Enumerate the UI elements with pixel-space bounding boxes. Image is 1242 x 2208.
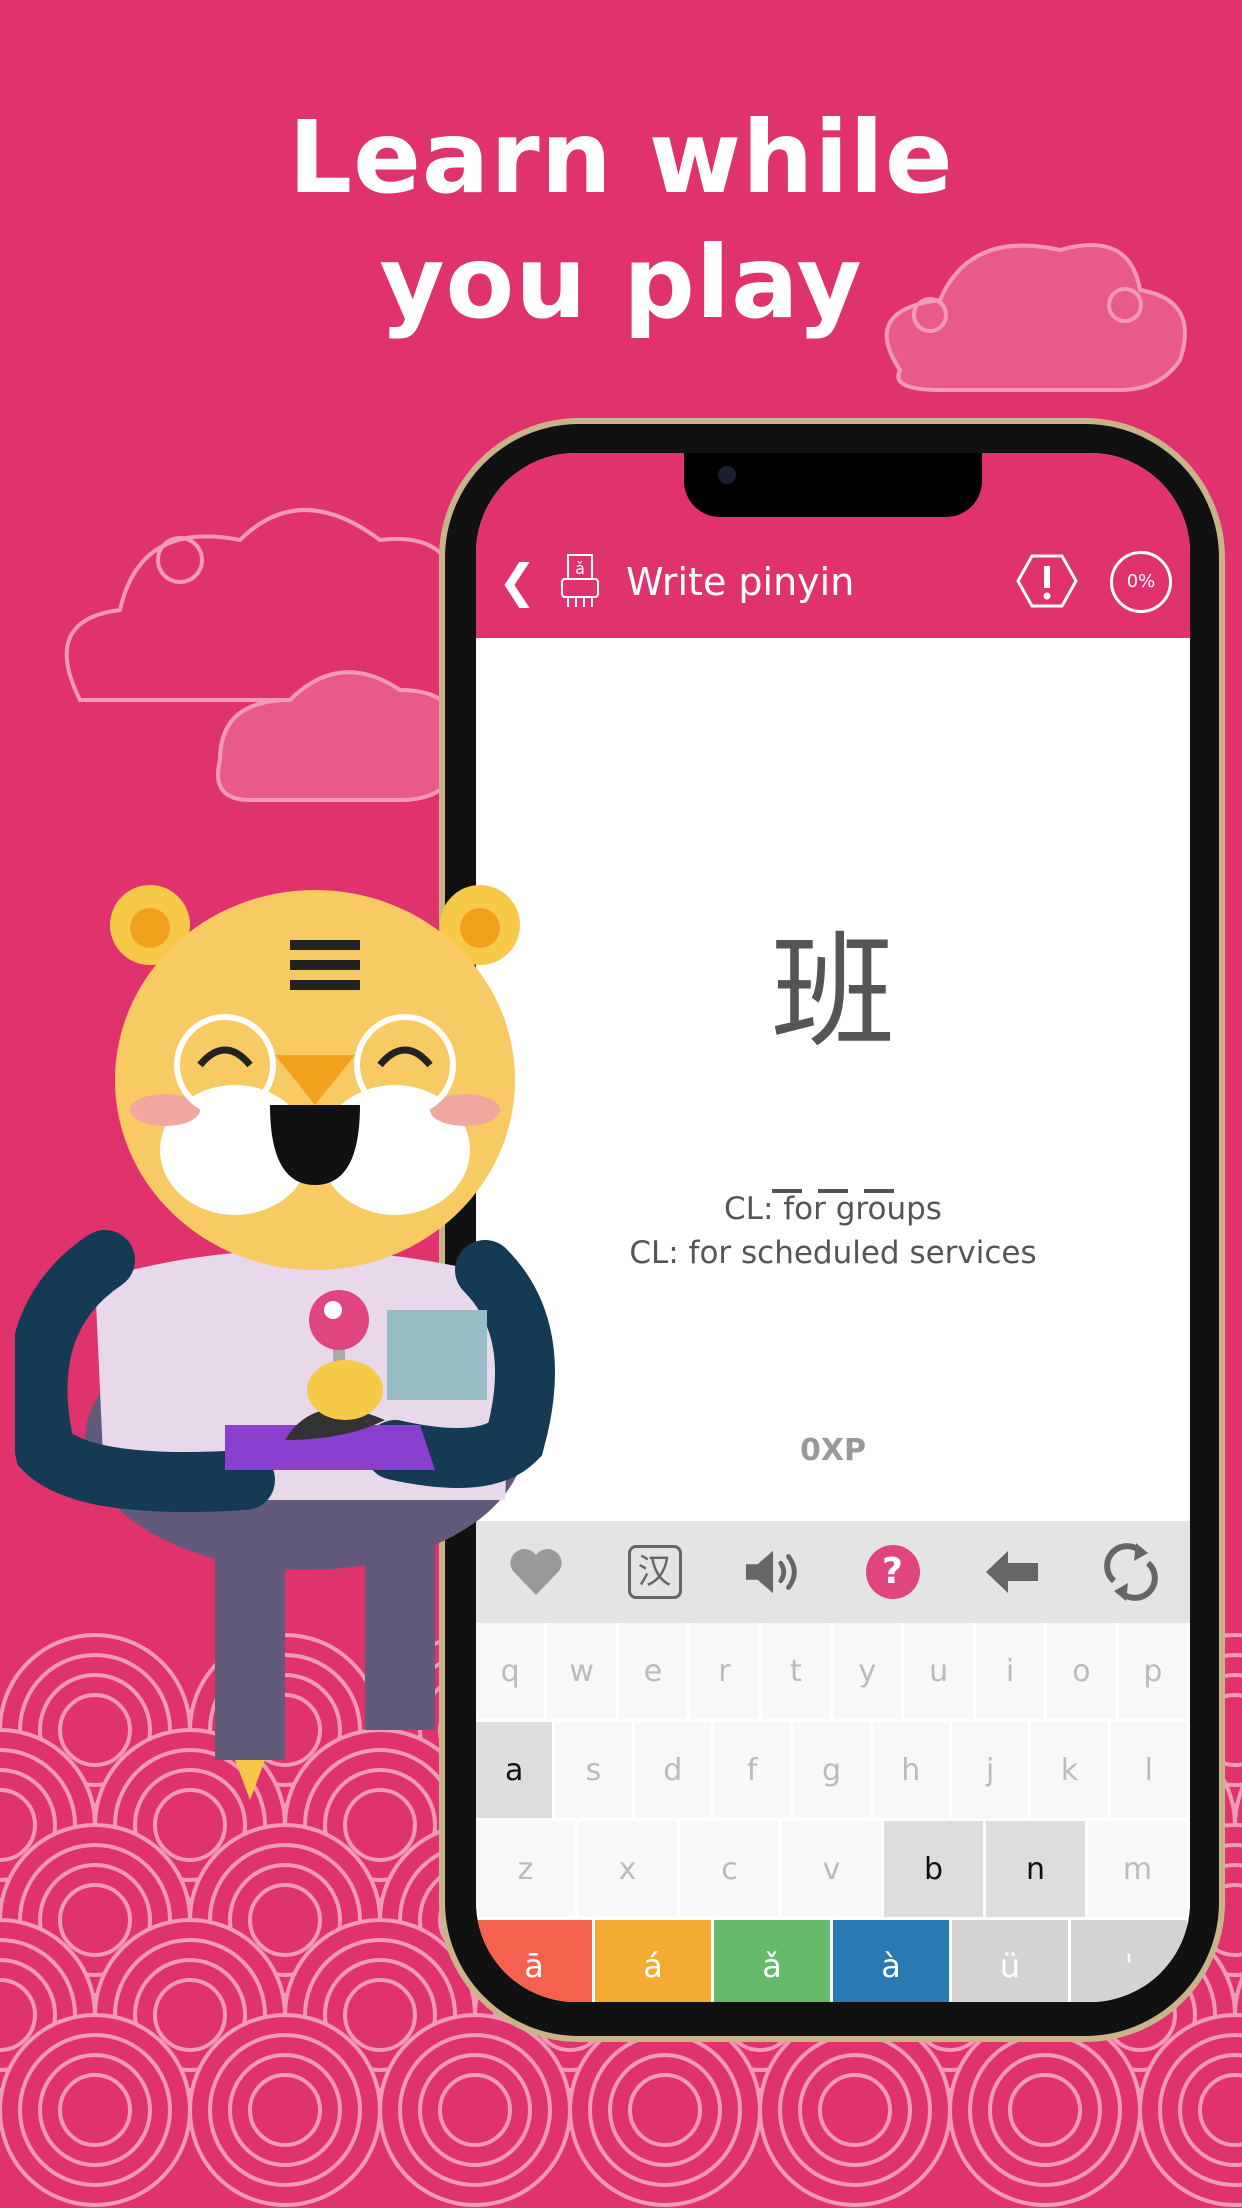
page-title: Write pinyin (626, 560, 855, 604)
key-g[interactable]: g (793, 1722, 873, 1818)
key-j[interactable]: j (951, 1722, 1032, 1818)
key-v[interactable]: v (782, 1821, 884, 1917)
tone-key[interactable]: à (833, 1920, 952, 2002)
tone-key[interactable]: ' (1071, 1920, 1190, 2002)
key-y[interactable]: y (833, 1623, 905, 1719)
action-toolbar: 汉 ? (476, 1521, 1190, 1623)
key-z[interactable]: z (476, 1821, 578, 1917)
key-b[interactable]: b (884, 1821, 986, 1917)
key-t[interactable]: t (761, 1623, 834, 1719)
tone-key[interactable]: ǎ (714, 1920, 833, 2002)
key-f[interactable]: f (713, 1722, 794, 1818)
back-button[interactable]: ❮ (498, 556, 537, 606)
hanzi-icon[interactable]: 汉 (625, 1542, 685, 1602)
key-c[interactable]: c (680, 1821, 782, 1917)
key-d[interactable]: d (634, 1722, 714, 1818)
xp-counter: 0XP (800, 1433, 866, 1468)
refresh-icon[interactable] (1101, 1542, 1161, 1602)
key-e[interactable]: e (618, 1623, 691, 1719)
report-button[interactable] (1016, 553, 1078, 609)
key-i[interactable]: i (975, 1623, 1048, 1719)
typewriter-icon: ǎ (561, 554, 599, 607)
key-p[interactable]: p (1118, 1623, 1190, 1719)
tiger-mascot (15, 885, 555, 1800)
key-n[interactable]: n (986, 1821, 1088, 1917)
phone-screen: ❮ ǎ Write pinyin 0% 班 CL: for groups CL:… (476, 453, 1190, 2002)
headline-line-1: Learn while (288, 99, 954, 216)
key-k[interactable]: k (1031, 1722, 1111, 1818)
tone-key[interactable]: á (595, 1920, 714, 2002)
hanzi-label: 汉 (627, 1545, 682, 1599)
backspace-icon[interactable] (982, 1542, 1042, 1602)
meaning-line: CL: for scheduled services (629, 1235, 1037, 1271)
phone-notch (684, 453, 982, 517)
tone-key[interactable]: ā (476, 1920, 595, 2002)
speaker-icon[interactable] (744, 1542, 804, 1602)
tone-key[interactable]: ü (952, 1920, 1071, 2002)
headline-line-2: you play (379, 224, 863, 341)
meanings: CL: for groups CL: for scheduled service… (476, 1187, 1190, 1275)
key-m[interactable]: m (1088, 1821, 1190, 1917)
key-l[interactable]: l (1110, 1722, 1190, 1818)
key-h[interactable]: h (872, 1722, 952, 1818)
meaning-line: CL: for groups (724, 1191, 942, 1227)
key-o[interactable]: o (1047, 1623, 1119, 1719)
svg-text:ǎ: ǎ (575, 559, 585, 578)
help-icon[interactable]: ? (863, 1542, 923, 1602)
key-r[interactable]: r (690, 1623, 762, 1719)
pinyin-keyboard: qwertyuiop asdfghjkl zxcvbnm ā á ǎ à ü ' (476, 1623, 1190, 2002)
headline: Learn while you play (0, 95, 1242, 345)
camera (718, 466, 736, 484)
key-x[interactable]: x (578, 1821, 680, 1917)
progress-indicator: 0% (1110, 551, 1172, 613)
key-u[interactable]: u (904, 1623, 976, 1719)
chevron-left-icon: ❮ (498, 554, 537, 608)
hanzi-character: 班 (770, 921, 895, 1065)
